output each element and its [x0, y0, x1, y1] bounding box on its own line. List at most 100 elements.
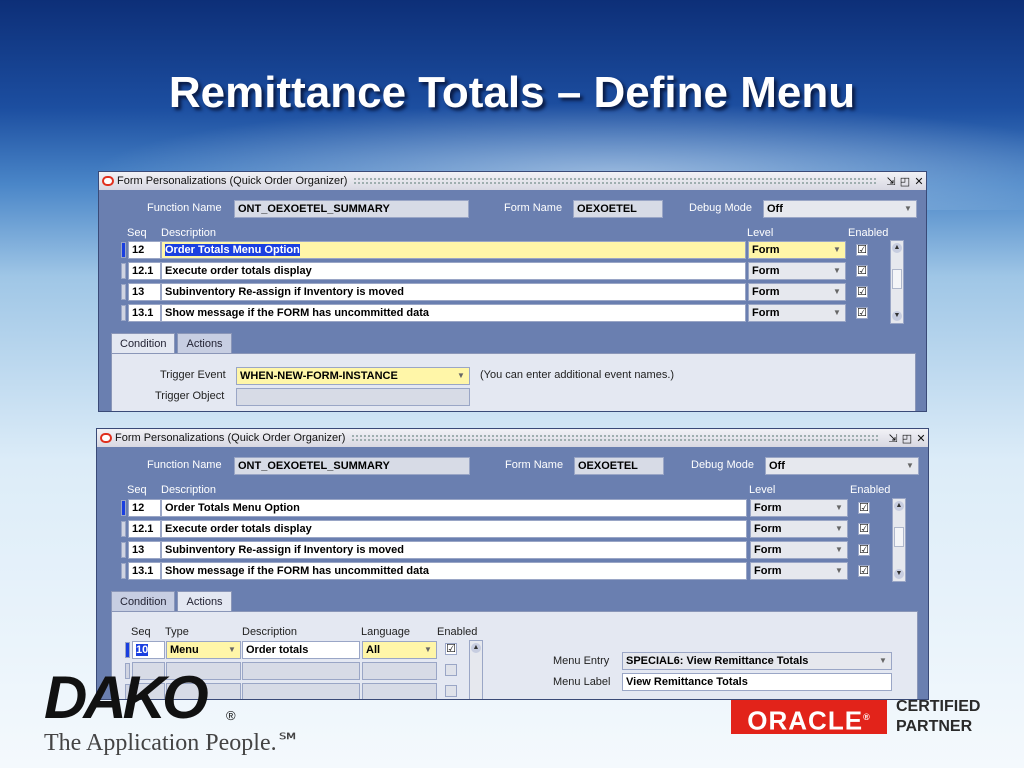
action-language-value: All: [366, 644, 381, 656]
tab-actions[interactable]: Actions: [177, 333, 232, 355]
chevron-down-icon: ▼: [835, 503, 843, 512]
close-icon[interactable]: ✕: [914, 432, 928, 445]
enabled-checkbox[interactable]: ☑: [856, 307, 868, 319]
menu-label-field[interactable]: View Remittance Totals: [622, 673, 892, 691]
enabled-checkbox[interactable]: ☑: [856, 265, 868, 277]
action-enabled-checkbox[interactable]: [445, 664, 457, 676]
seq-cell[interactable]: 13.1: [128, 304, 161, 322]
scroll-down-icon[interactable]: ▼: [892, 311, 902, 321]
level-select[interactable]: Form ▼: [750, 562, 848, 580]
scroll-up-icon[interactable]: ▲: [892, 243, 902, 253]
function-name-field[interactable]: ONT_OEXOETEL_SUMMARY: [234, 457, 470, 475]
action-language-select[interactable]: [362, 683, 437, 699]
action-description-cell[interactable]: Order totals: [242, 641, 360, 659]
action-type-select[interactable]: Menu ▼: [166, 641, 241, 659]
description-cell[interactable]: Subinventory Re-assign if Inventory is m…: [161, 283, 746, 301]
row-selector[interactable]: [121, 542, 126, 558]
action-type-value: Menu: [170, 644, 199, 656]
level-value: Form: [754, 544, 782, 556]
window-titlebar[interactable]: Form Personalizations (Quick Order Organ…: [97, 429, 928, 447]
tab-condition[interactable]: Condition: [111, 333, 176, 355]
tab-actions[interactable]: Actions: [177, 591, 232, 613]
trigger-event-value: WHEN-NEW-FORM-INSTANCE: [240, 370, 398, 382]
enabled-checkbox[interactable]: ☑: [858, 523, 870, 535]
level-select[interactable]: Form ▼: [748, 262, 846, 280]
seq-cell[interactable]: 13: [128, 283, 161, 301]
row-selector[interactable]: [121, 305, 126, 321]
rules-scrollbar[interactable]: ▲ ▼: [892, 498, 906, 582]
minimize-icon[interactable]: ⇲: [884, 175, 898, 188]
row-selector[interactable]: [121, 563, 126, 579]
action-row-selector[interactable]: [125, 642, 130, 658]
minimize-icon[interactable]: ⇲: [886, 432, 900, 445]
level-select[interactable]: Form ▼: [748, 304, 846, 322]
scroll-thumb[interactable]: [894, 527, 904, 547]
level-select[interactable]: Form ▼: [748, 283, 846, 301]
seq-cell[interactable]: 13.1: [128, 562, 161, 580]
action-description-header: Description: [242, 626, 298, 638]
description-cell[interactable]: Order Totals Menu Option: [161, 499, 747, 517]
close-icon[interactable]: ✕: [912, 175, 926, 188]
row-selector[interactable]: [121, 263, 126, 279]
seq-cell[interactable]: 13: [128, 541, 161, 559]
seq-cell[interactable]: 12: [128, 241, 161, 259]
seq-cell[interactable]: 12.1: [128, 262, 161, 280]
scroll-up-icon[interactable]: ▲: [471, 643, 481, 653]
level-select[interactable]: Form ▼: [748, 241, 846, 259]
level-value: Form: [752, 307, 780, 319]
debug-mode-select[interactable]: Off ▼: [763, 200, 917, 218]
scroll-down-icon[interactable]: ▼: [894, 569, 904, 579]
menu-entry-select[interactable]: SPECIAL6: View Remittance Totals ▼: [622, 652, 892, 670]
enabled-checkbox[interactable]: ☑: [858, 565, 870, 577]
scroll-thumb[interactable]: [892, 269, 902, 289]
trigger-event-select[interactable]: WHEN-NEW-FORM-INSTANCE ▼: [236, 367, 470, 385]
tab-condition[interactable]: Condition: [111, 591, 176, 613]
row-selector[interactable]: [121, 500, 126, 516]
form-name-label: Form Name: [504, 202, 563, 214]
chevron-down-icon: ▼: [835, 524, 843, 533]
row-selector[interactable]: [121, 521, 126, 537]
row-selector[interactable]: [121, 284, 126, 300]
certified-text: CERTIFIED: [896, 698, 981, 715]
description-cell[interactable]: Execute order totals display: [161, 520, 747, 538]
chevron-down-icon: ▼: [833, 287, 841, 296]
actions-scrollbar[interactable]: ▲: [469, 640, 483, 699]
enabled-checkbox[interactable]: ☑: [858, 544, 870, 556]
scroll-up-icon[interactable]: ▲: [894, 501, 904, 511]
debug-mode-select[interactable]: Off ▼: [765, 457, 919, 475]
action-description-cell[interactable]: [242, 683, 360, 699]
oracle-logo-text: ORACLE: [747, 705, 864, 736]
seq-cell[interactable]: 12.1: [128, 520, 161, 538]
action-seq-value: 10: [136, 644, 149, 656]
enabled-checkbox[interactable]: ☑: [858, 502, 870, 514]
dako-logo: DAKO ®: [44, 670, 236, 725]
row-selector[interactable]: [121, 242, 126, 258]
description-cell[interactable]: Order Totals Menu Option: [161, 241, 746, 259]
enabled-checkbox[interactable]: ☑: [856, 286, 868, 298]
enabled-checkbox[interactable]: ☑: [856, 244, 868, 256]
level-select[interactable]: Form ▼: [750, 520, 848, 538]
window-titlebar[interactable]: Form Personalizations (Quick Order Organ…: [99, 172, 926, 190]
maximize-icon[interactable]: ◰: [898, 175, 912, 188]
level-select[interactable]: Form ▼: [750, 499, 848, 517]
level-select[interactable]: Form ▼: [750, 541, 848, 559]
form-name-field[interactable]: OEXOETEL: [574, 457, 664, 475]
seq-cell[interactable]: 12: [128, 499, 161, 517]
description-cell[interactable]: Execute order totals display: [161, 262, 746, 280]
description-cell[interactable]: Show message if the FORM has uncommitted…: [161, 562, 747, 580]
trigger-object-field[interactable]: [236, 388, 470, 406]
action-description-cell[interactable]: [242, 662, 360, 680]
action-language-select[interactable]: All ▼: [362, 641, 437, 659]
action-seq-cell[interactable]: 10: [132, 641, 165, 659]
action-enabled-checkbox[interactable]: ☑: [445, 643, 457, 655]
chevron-down-icon: ▼: [457, 371, 465, 380]
rules-scrollbar[interactable]: ▲ ▼: [890, 240, 904, 324]
description-cell[interactable]: Subinventory Re-assign if Inventory is m…: [161, 541, 747, 559]
maximize-icon[interactable]: ◰: [900, 432, 914, 445]
function-name-field[interactable]: ONT_OEXOETEL_SUMMARY: [234, 200, 469, 218]
action-enabled-checkbox[interactable]: [445, 685, 457, 697]
form-name-field[interactable]: OEXOETEL: [573, 200, 663, 218]
action-language-select[interactable]: [362, 662, 437, 680]
chevron-down-icon: ▼: [833, 245, 841, 254]
description-cell[interactable]: Show message if the FORM has uncommitted…: [161, 304, 746, 322]
